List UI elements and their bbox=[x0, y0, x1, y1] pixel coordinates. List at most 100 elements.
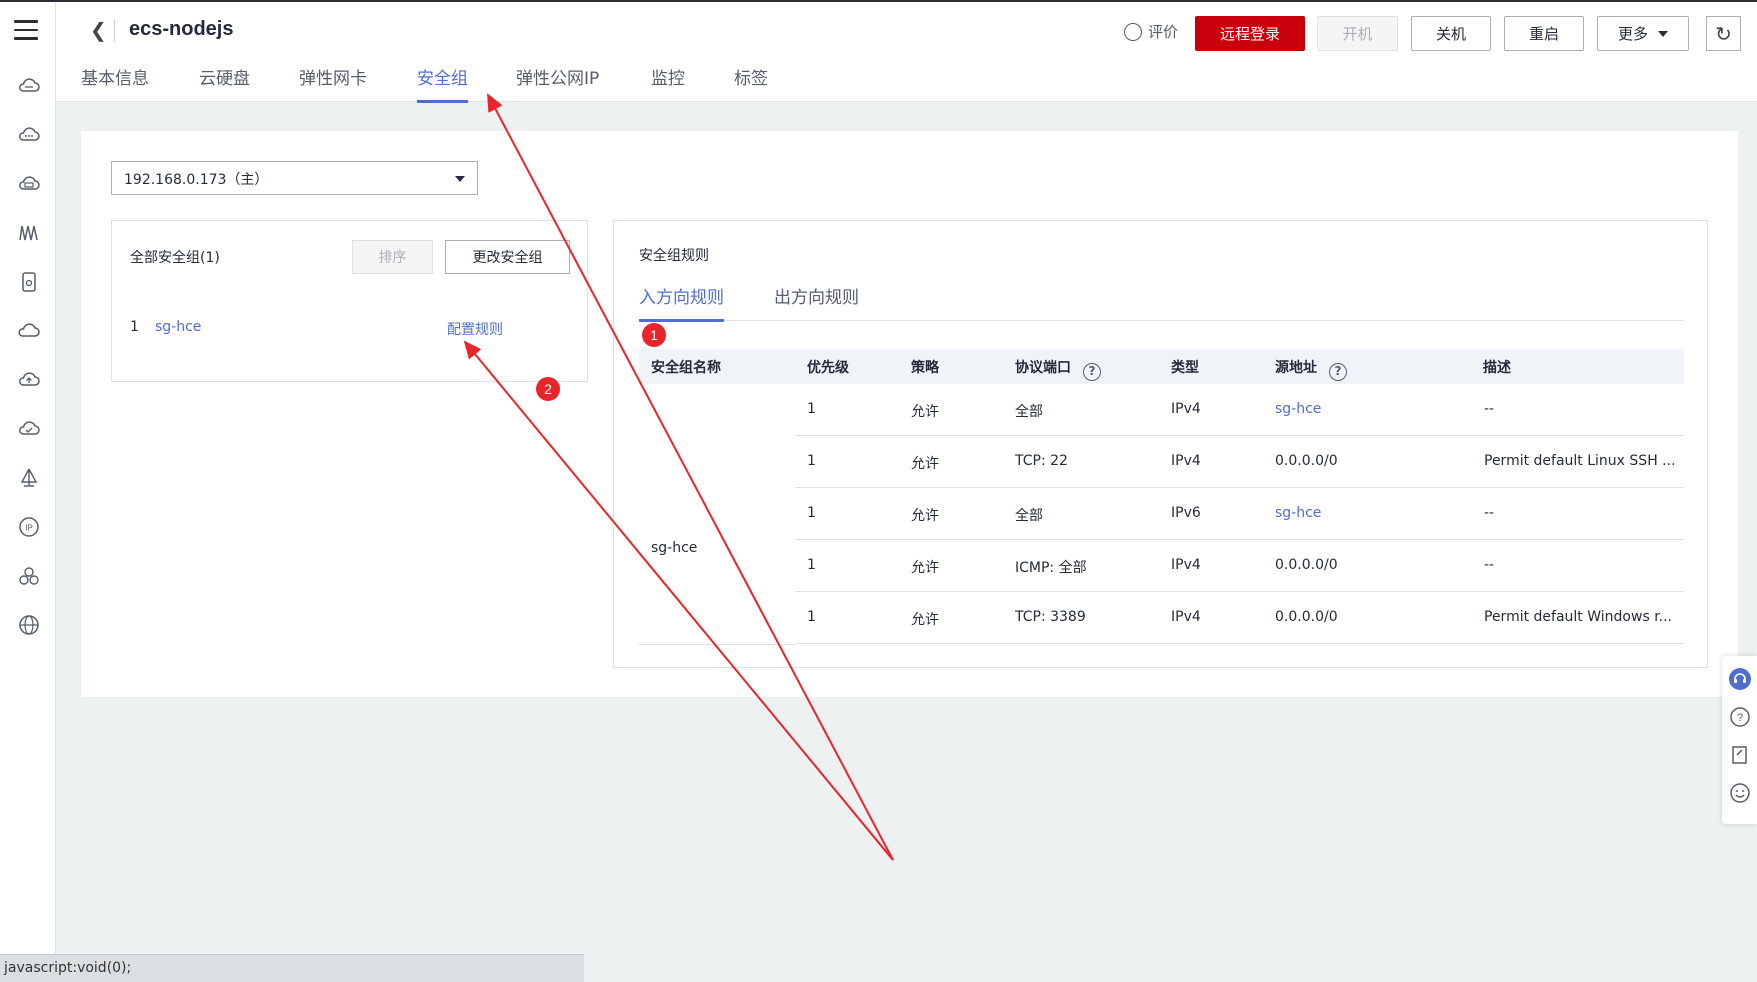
cell-policy: 允许 bbox=[911, 456, 939, 472]
security-group-list: 全部安全组(1) 排序 更改安全组 1 sg-hce 配置规则 bbox=[111, 220, 588, 382]
col-protocol-port: 协议端口? bbox=[1015, 357, 1101, 381]
cell-protocol-port: 全部 bbox=[1015, 404, 1043, 420]
smile-icon bbox=[1124, 23, 1142, 41]
rules-direction-tabs: 入方向规则 出方向规则 bbox=[639, 283, 1684, 322]
more-label: 更多 bbox=[1617, 25, 1648, 43]
cell-policy: 允许 bbox=[911, 612, 939, 628]
cell-source-link[interactable]: sg-hce bbox=[1275, 505, 1321, 521]
cell-protocol-port: TCP: 3389 bbox=[1015, 609, 1086, 625]
tab-cloud-disk[interactable]: 云硬盘 bbox=[199, 64, 250, 102]
cloud-alt-icon[interactable] bbox=[17, 319, 41, 343]
cell-policy: 允许 bbox=[911, 560, 939, 576]
tab-inbound-rules[interactable]: 入方向规则 bbox=[639, 283, 724, 322]
page-header: ❮ ecs-nodejs 评价 远程登录 开机 关机 重启 更多 ↻ bbox=[56, 2, 1757, 58]
cell-source: 0.0.0.0/0 bbox=[1275, 609, 1338, 625]
cell-protocol-port: TCP: 22 bbox=[1015, 453, 1068, 469]
svg-text:IP: IP bbox=[25, 524, 33, 533]
globe-icon[interactable] bbox=[17, 613, 41, 637]
group-name-link[interactable]: sg-hce bbox=[155, 319, 201, 335]
network-icon[interactable] bbox=[17, 221, 41, 245]
group-index: 1 bbox=[130, 319, 139, 335]
menu-icon[interactable] bbox=[14, 20, 38, 40]
power-on-button[interactable]: 开机 bbox=[1317, 16, 1398, 51]
sail-icon[interactable] bbox=[17, 466, 41, 490]
detail-tabs: 基本信息 云硬盘 弹性网卡 安全组 弹性公网IP 监控 标签 bbox=[56, 58, 1757, 103]
group-divider bbox=[639, 644, 795, 645]
cell-type: IPv6 bbox=[1171, 505, 1201, 521]
annotation-badge-1: 1 bbox=[642, 323, 666, 347]
sort-button[interactable]: 排序 bbox=[352, 240, 433, 274]
tab-nic[interactable]: 弹性网卡 bbox=[299, 64, 367, 102]
feedback-edit-icon[interactable] bbox=[1729, 744, 1751, 766]
remote-login-button[interactable]: 远程登录 bbox=[1195, 16, 1305, 51]
cell-protocol-port: 全部 bbox=[1015, 508, 1043, 524]
cloud-dots-icon[interactable] bbox=[17, 123, 41, 147]
cloud-disk-icon[interactable] bbox=[17, 172, 41, 196]
ip-icon[interactable]: IP bbox=[17, 515, 41, 539]
cell-source: 0.0.0.0/0 bbox=[1275, 453, 1338, 469]
table-row: 1 允许 TCP: 22 IPv4 0.0.0.0/0 Permit defau… bbox=[795, 436, 1684, 488]
cell-description: -- bbox=[1484, 401, 1495, 417]
cell-priority: 1 bbox=[807, 557, 816, 573]
configure-rules-link[interactable]: 配置规则 bbox=[447, 319, 503, 339]
smile-feedback-icon[interactable] bbox=[1729, 782, 1751, 804]
table-header: 安全组名称 优先级 策略 协议端口? 类型 源地址? 描述 bbox=[639, 349, 1684, 384]
col-type: 类型 bbox=[1171, 360, 1199, 376]
left-icon-rail: IP bbox=[0, 2, 56, 982]
cell-policy: 允许 bbox=[911, 508, 939, 524]
cell-priority: 1 bbox=[807, 609, 816, 625]
page-title: ecs-nodejs bbox=[129, 18, 234, 40]
storage-icon[interactable] bbox=[17, 270, 41, 294]
status-bar: javascript:void(0); bbox=[0, 954, 584, 982]
back-arrow-icon[interactable]: ❮ bbox=[90, 18, 107, 42]
cell-source: 0.0.0.0/0 bbox=[1275, 557, 1338, 573]
tab-outbound-rules[interactable]: 出方向规则 bbox=[774, 283, 859, 321]
refresh-icon[interactable]: ↻ bbox=[1706, 16, 1741, 51]
tab-basic-info[interactable]: 基本信息 bbox=[81, 64, 149, 102]
customer-service-icon[interactable] bbox=[1729, 668, 1751, 690]
floating-toolbar: ? bbox=[1722, 656, 1757, 824]
table-row: 1 允许 TCP: 3389 IPv4 0.0.0.0/0 Permit def… bbox=[795, 592, 1684, 644]
cell-description: -- bbox=[1484, 557, 1495, 573]
rules-title: 安全组规则 bbox=[639, 248, 709, 264]
cloud-icon[interactable] bbox=[17, 74, 41, 98]
change-security-group-button[interactable]: 更改安全组 bbox=[445, 240, 570, 274]
cell-description: Permit default Linux SSH ... bbox=[1484, 453, 1676, 469]
tab-tags[interactable]: 标签 bbox=[734, 64, 768, 102]
cell-type: IPv4 bbox=[1171, 609, 1201, 625]
cell-protocol-port: ICMP: 全部 bbox=[1015, 560, 1087, 576]
tab-monitor[interactable]: 监控 bbox=[651, 64, 685, 102]
restart-button[interactable]: 重启 bbox=[1504, 16, 1584, 51]
col-priority: 优先级 bbox=[807, 360, 849, 376]
nic-select[interactable]: 192.168.0.173（主） bbox=[111, 161, 478, 195]
security-rules-panel: 安全组规则 入方向规则 出方向规则 安全组名称 优先级 策略 协议端口? 类型 … bbox=[613, 220, 1708, 668]
rule-group-name: sg-hce bbox=[651, 540, 698, 556]
cell-policy: 允许 bbox=[911, 404, 939, 420]
col-source-label: 源地址 bbox=[1275, 360, 1317, 376]
cloud-upload-icon[interactable] bbox=[17, 368, 41, 392]
evaluate-label: 评价 bbox=[1148, 23, 1179, 41]
help-icon[interactable]: ? bbox=[1329, 363, 1347, 381]
cell-description: -- bbox=[1484, 505, 1495, 521]
power-off-button[interactable]: 关机 bbox=[1411, 16, 1491, 51]
evaluate-link[interactable]: 评价 bbox=[1124, 21, 1178, 42]
help-icon[interactable]: ? bbox=[1083, 363, 1101, 381]
col-policy: 策略 bbox=[911, 360, 939, 376]
tab-security-group[interactable]: 安全组 bbox=[417, 64, 468, 103]
cloud-check-icon[interactable] bbox=[17, 417, 41, 441]
tab-eip[interactable]: 弹性公网IP bbox=[516, 64, 599, 102]
col-description: 描述 bbox=[1483, 360, 1511, 376]
cell-priority: 1 bbox=[807, 505, 816, 521]
header-divider bbox=[114, 20, 115, 42]
annotation-badge-2: 2 bbox=[536, 377, 560, 401]
cell-type: IPv4 bbox=[1171, 401, 1201, 417]
help-circle-icon[interactable]: ? bbox=[1729, 706, 1751, 728]
cell-type: IPv4 bbox=[1171, 453, 1201, 469]
more-button[interactable]: 更多 bbox=[1597, 16, 1689, 51]
cell-priority: 1 bbox=[807, 453, 816, 469]
cell-source-link[interactable]: sg-hce bbox=[1275, 401, 1321, 417]
svg-text:?: ? bbox=[1737, 712, 1743, 724]
col-group-name: 安全组名称 bbox=[651, 360, 721, 376]
cluster-icon[interactable] bbox=[17, 564, 41, 588]
dropdown-arrow-icon bbox=[455, 176, 465, 182]
